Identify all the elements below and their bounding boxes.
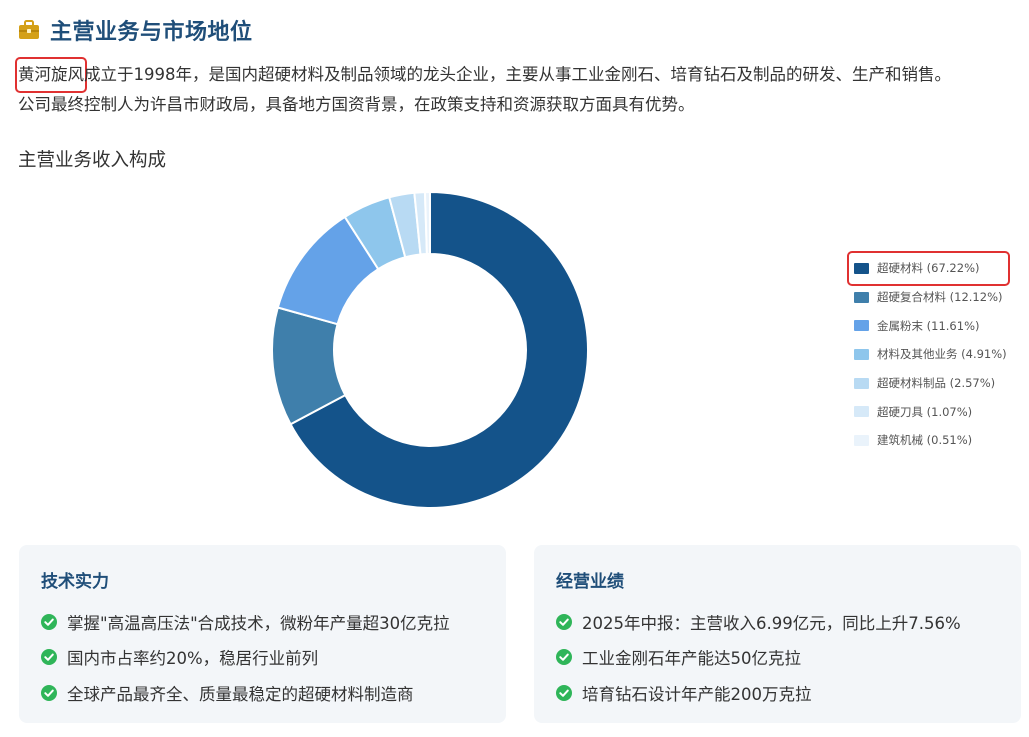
legend-label: 超硬刀具 (1.07%)	[877, 404, 973, 419]
business-performance-card: 经营业绩 2025年中报：主营收入6.99亿元，同比上升7.56% 工业金刚石年…	[534, 545, 1021, 723]
intro-line-2: 公司最终控制人为许昌市财政局，具备地方国资背景，在政策支持和资源获取方面具有优势…	[18, 95, 695, 114]
legend-swatch	[854, 348, 869, 360]
legend-swatch	[854, 406, 869, 418]
donut-slice-7[interactable]	[423, 190, 431, 256]
legend-item[interactable]: 超硬刀具 (1.07%)	[854, 397, 1007, 426]
list-item: 全球产品最齐全、质量最稳定的超硬材料制造商	[41, 675, 484, 711]
list-item: 培育钻石设计年产能200万克拉	[556, 675, 999, 711]
chart-section-title: 主营业务收入构成	[18, 150, 167, 171]
briefcase-icon	[19, 20, 39, 39]
header: 主营业务与市场地位	[18, 14, 253, 46]
check-circle-icon	[41, 649, 57, 666]
legend-label: 超硬复合材料 (12.12%)	[877, 290, 1003, 305]
list-item-text: 全球产品最齐全、质量最稳定的超硬材料制造商	[67, 684, 414, 704]
check-circle-icon	[556, 649, 572, 666]
check-circle-icon	[556, 613, 572, 630]
intro-line-1-rest: 成立于1998年，是国内超硬材料及制品领域的龙头企业，主要从事工业金刚石、培育钻…	[84, 65, 951, 84]
list-item: 掌握"高温高压法"合成技术，微粉年产量超30亿克拉	[41, 604, 484, 640]
legend-swatch	[854, 377, 869, 389]
legend-swatch	[854, 434, 869, 446]
intro-line-1: 黄河旋风成立于1998年，是国内超硬材料及制品领域的龙头企业，主要从事工业金刚石…	[15, 57, 1023, 93]
legend-swatch	[854, 320, 869, 332]
legend-swatch	[854, 291, 869, 303]
legend-label: 超硬材料制品 (2.57%)	[877, 376, 996, 391]
list-item-text: 工业金刚石年产能达50亿克拉	[582, 649, 801, 669]
list-item-text: 2025年中报：主营收入6.99亿元，同比上升7.56%	[582, 613, 961, 633]
card-title: 经营业绩	[556, 572, 624, 592]
intro-paragraph: 黄河旋风成立于1998年，是国内超硬材料及制品领域的龙头企业，主要从事工业金刚石…	[15, 57, 1023, 120]
card-title: 技术实力	[41, 572, 109, 592]
legend-item[interactable]: 建筑机械 (0.51%)	[854, 426, 1007, 455]
list-item: 国内市占率约20%，稳居行业前列	[41, 640, 484, 676]
chart-legend: 超硬材料 (67.22%) 超硬复合材料 (12.12%) 金属粉末 (11.61%…	[847, 251, 1010, 455]
legend-label: 建筑机械 (0.51%)	[877, 433, 973, 448]
legend-item[interactable]: 超硬复合材料 (12.12%)	[854, 283, 1007, 312]
legend-label: 金属粉末 (11.61%)	[877, 318, 980, 333]
tech-strength-card: 技术实力 掌握"高温高压法"合成技术，微粉年产量超30亿克拉 国内市占率约20%…	[19, 545, 506, 723]
legend-label: 材料及其他业务 (4.91%)	[877, 347, 1007, 362]
check-circle-icon	[41, 684, 57, 701]
legend-item[interactable]: 金属粉末 (11.61%)	[854, 311, 1007, 340]
list-item: 2025年中报：主营收入6.99亿元，同比上升7.56%	[556, 604, 999, 640]
list-item: 工业金刚石年产能达50亿克拉	[556, 640, 999, 676]
check-circle-icon	[556, 684, 572, 701]
check-circle-icon	[41, 613, 57, 630]
list-item-text: 培育钻石设计年产能200万克拉	[582, 684, 812, 704]
legend-item[interactable]: 材料及其他业务 (4.91%)	[854, 340, 1007, 369]
list-item-text: 国内市占率约20%，稳居行业前列	[67, 649, 319, 669]
list-item-text: 掌握"高温高压法"合成技术，微粉年产量超30亿克拉	[67, 613, 450, 633]
legend-item[interactable]: 超硬材料制品 (2.57%)	[854, 369, 1007, 398]
legend-label: 超硬材料 (67.22%)	[877, 261, 980, 276]
company-name-highlight: 黄河旋风	[15, 57, 87, 93]
legend-swatch	[854, 262, 869, 274]
legend-item[interactable]: 超硬材料 (67.22%)	[847, 251, 1010, 286]
revenue-donut-chart	[271, 190, 589, 509]
page-title: 主营业务与市场地位	[50, 20, 253, 45]
